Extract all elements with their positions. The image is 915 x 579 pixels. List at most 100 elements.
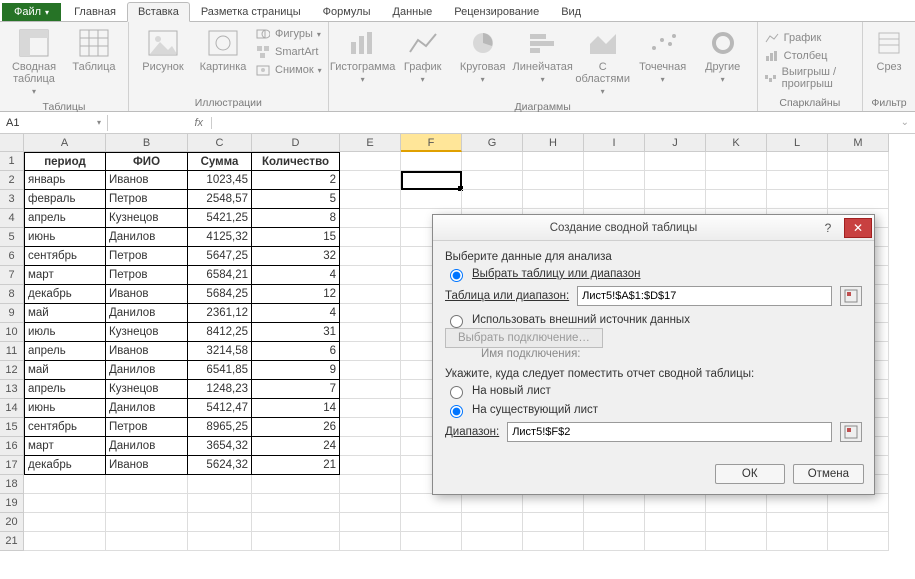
btn-slicer[interactable]: Срез [869,24,909,76]
cell-B13[interactable]: Кузнецов [106,380,188,399]
cell-I20[interactable] [584,513,645,532]
dialog-help-icon[interactable]: ? [814,218,842,238]
cell-C8[interactable]: 5684,25 [188,285,252,304]
cell-H19[interactable] [523,494,584,513]
cell-I2[interactable] [584,171,645,190]
cell-D15[interactable]: 26 [252,418,340,437]
cell-I19[interactable] [584,494,645,513]
cell-D20[interactable] [252,513,340,532]
cell-D16[interactable]: 24 [252,437,340,456]
cell-E20[interactable] [340,513,401,532]
col-header-E[interactable]: E [340,134,401,152]
cell-E4[interactable] [340,209,401,228]
row-header-3[interactable]: 3 [0,190,24,209]
radio-existing-sheet[interactable]: На существующий лист [445,402,862,418]
cell-E5[interactable] [340,228,401,247]
row-header-14[interactable]: 14 [0,399,24,418]
btn-chart-area[interactable]: С областями [575,24,631,101]
cell-D18[interactable] [252,475,340,494]
dialog-titlebar[interactable]: Создание сводной таблицы ? ✕ [433,215,874,241]
tab-formulas[interactable]: Формулы [312,2,382,21]
btn-cancel[interactable]: Отмена [793,464,864,484]
cell-E2[interactable] [340,171,401,190]
btn-chart-line[interactable]: График [395,24,451,89]
cell-K20[interactable] [706,513,767,532]
cell-B19[interactable] [106,494,188,513]
cell-B10[interactable]: Кузнецов [106,323,188,342]
cell-H2[interactable] [523,171,584,190]
cell-M2[interactable] [828,171,889,190]
cell-D6[interactable]: 32 [252,247,340,266]
col-header-F[interactable]: F [401,134,462,152]
row-header-15[interactable]: 15 [0,418,24,437]
cell-G1[interactable] [462,152,523,171]
cell-C2[interactable]: 1023,45 [188,171,252,190]
cell-D21[interactable] [252,532,340,551]
row-header-6[interactable]: 6 [0,247,24,266]
cell-F21[interactable] [401,532,462,551]
cell-H21[interactable] [523,532,584,551]
cell-L20[interactable] [767,513,828,532]
col-header-C[interactable]: C [188,134,252,152]
dialog-close-icon[interactable]: ✕ [844,218,872,238]
cell-A15[interactable]: сентябрь [24,418,106,437]
cell-K2[interactable] [706,171,767,190]
cell-D13[interactable]: 7 [252,380,340,399]
row-header-10[interactable]: 10 [0,323,24,342]
btn-chart-scatter[interactable]: Точечная [635,24,691,89]
cell-C20[interactable] [188,513,252,532]
cell-C12[interactable]: 6541,85 [188,361,252,380]
cell-H3[interactable] [523,190,584,209]
cell-J1[interactable] [645,152,706,171]
cell-C19[interactable] [188,494,252,513]
cell-A11[interactable]: апрель [24,342,106,361]
col-header-L[interactable]: L [767,134,828,152]
row-header-5[interactable]: 5 [0,228,24,247]
row-header-19[interactable]: 19 [0,494,24,513]
cell-B20[interactable] [106,513,188,532]
col-header-D[interactable]: D [252,134,340,152]
cell-E8[interactable] [340,285,401,304]
cell-C14[interactable]: 5412,47 [188,399,252,418]
cell-C6[interactable]: 5647,25 [188,247,252,266]
cell-B2[interactable]: Иванов [106,171,188,190]
btn-chart-column[interactable]: Гистограмма [335,24,391,89]
cell-D12[interactable]: 9 [252,361,340,380]
cell-A21[interactable] [24,532,106,551]
cell-B18[interactable] [106,475,188,494]
cell-C3[interactable]: 2548,57 [188,190,252,209]
cell-E6[interactable] [340,247,401,266]
tab-insert[interactable]: Вставка [127,2,190,22]
btn-clipart[interactable]: Картинка [195,24,251,76]
range-picker-icon[interactable] [840,286,862,306]
col-header-M[interactable]: M [828,134,889,152]
cell-F20[interactable] [401,513,462,532]
cell-D11[interactable]: 6 [252,342,340,361]
col-header-G[interactable]: G [462,134,523,152]
cell-K21[interactable] [706,532,767,551]
cell-A6[interactable]: сентябрь [24,247,106,266]
cell-B6[interactable]: Петров [106,247,188,266]
cell-A12[interactable]: май [24,361,106,380]
cell-D4[interactable]: 8 [252,209,340,228]
cell-D14[interactable]: 14 [252,399,340,418]
btn-chart-other[interactable]: Другие [695,24,751,89]
row-header-18[interactable]: 18 [0,475,24,494]
cell-E18[interactable] [340,475,401,494]
cell-D9[interactable]: 4 [252,304,340,323]
cell-A2[interactable]: январь [24,171,106,190]
cell-B11[interactable]: Иванов [106,342,188,361]
cell-E16[interactable] [340,437,401,456]
col-header-B[interactable]: B [106,134,188,152]
cell-C7[interactable]: 6584,21 [188,266,252,285]
cell-B5[interactable]: Данилов [106,228,188,247]
cell-B1[interactable]: ФИО [106,152,188,171]
row-header-2[interactable]: 2 [0,171,24,190]
cell-M1[interactable] [828,152,889,171]
btn-spark-column[interactable]: Столбец [764,48,856,64]
cell-M19[interactable] [828,494,889,513]
row-header-9[interactable]: 9 [0,304,24,323]
tab-home[interactable]: Главная [63,2,127,21]
row-header-21[interactable]: 21 [0,532,24,551]
cell-L19[interactable] [767,494,828,513]
